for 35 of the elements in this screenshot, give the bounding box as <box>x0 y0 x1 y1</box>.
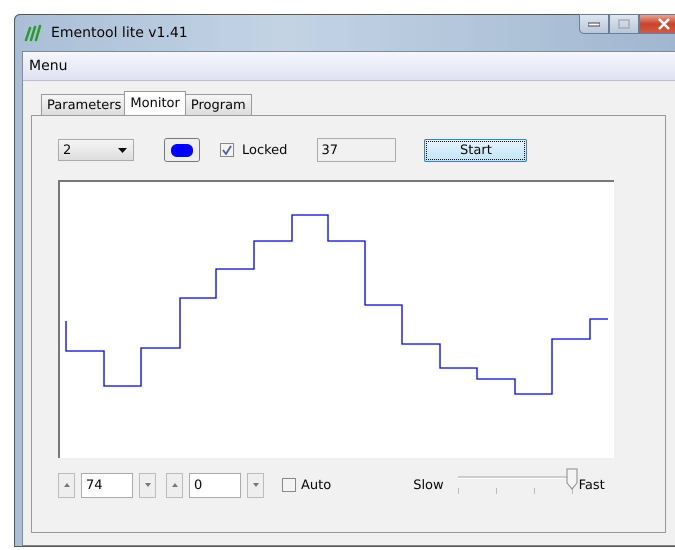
checkbox-label: Auto <box>301 478 332 492</box>
decrement-button[interactable] <box>139 472 156 498</box>
up-arrow-icon <box>172 483 178 487</box>
checkbox[interactable] <box>220 143 234 157</box>
channel-dropdown[interactable]: 2 <box>58 139 134 161</box>
increment-button[interactable] <box>58 472 75 498</box>
minimize-button[interactable] <box>579 14 609 34</box>
increment-button[interactable] <box>166 472 183 498</box>
down-arrow-icon <box>144 483 150 487</box>
value-field: 37 <box>317 138 396 162</box>
decrement-button[interactable] <box>247 472 264 498</box>
checkbox-label: Locked <box>242 142 288 158</box>
dropdown-arrow-icon <box>118 148 127 152</box>
auto-checkbox[interactable]: Auto <box>282 478 332 492</box>
slider-max-label: Fast <box>578 478 605 492</box>
number-field[interactable]: 74 <box>81 472 133 498</box>
minimize-icon <box>588 21 600 27</box>
down-arrow-icon <box>252 483 258 487</box>
app-logo-icon <box>23 24 43 42</box>
checkmark-icon <box>222 145 232 155</box>
slider-min-label: Slow <box>413 478 444 492</box>
color-button[interactable] <box>164 138 200 162</box>
number-field[interactable]: 0 <box>189 472 241 498</box>
start-button[interactable]: Start <box>424 138 528 162</box>
window-title: Ementool lite v1.41 <box>51 25 188 41</box>
tab[interactable]: Monitor <box>124 91 186 115</box>
maximize-icon <box>618 19 630 29</box>
checkbox[interactable] <box>282 478 296 492</box>
slider-thumb[interactable] <box>566 468 578 490</box>
close-button[interactable] <box>639 14 675 34</box>
locked-checkbox[interactable]: Locked <box>220 142 288 158</box>
close-icon <box>657 18 671 30</box>
tab[interactable]: Program <box>184 94 252 115</box>
menu-item[interactable]: Menu <box>23 58 74 74</box>
up-arrow-icon <box>64 483 70 487</box>
